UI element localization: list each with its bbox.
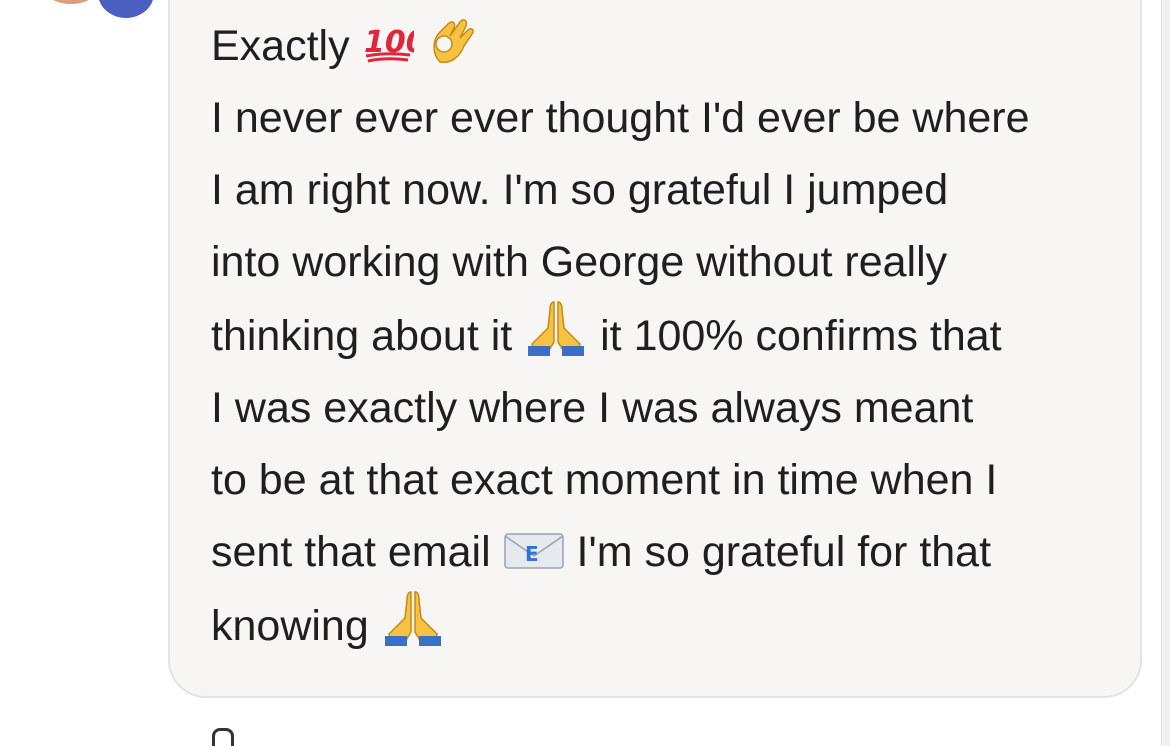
comment-text-segment: it 100% confirms that [588, 312, 1002, 360]
avatar[interactable] [40, 0, 102, 4]
svg-text:E: E [525, 542, 539, 566]
ok-hand-icon [426, 10, 478, 66]
comment-line: Exactly 100 [211, 10, 1121, 82]
comment-line: I never ever ever thought I'd ever be wh… [211, 82, 1121, 154]
comment-text: Exactly 100 I never ever ever thought I'… [211, 10, 1121, 662]
praying-hands-icon [381, 588, 445, 646]
comment-text-segment: thinking about it [211, 312, 525, 360]
comment-text-segment: into working with George without really [211, 238, 948, 286]
comment-line: I am right now. I'm so grateful I jumped [211, 154, 1121, 226]
comment-text-segment: I was exactly where I was always meant [211, 384, 974, 432]
comment-line: knowing [211, 588, 1121, 662]
comment-line: to be at that exact moment in time when … [211, 444, 1121, 516]
comment-text-segment: to be at that exact moment in time when … [211, 456, 998, 504]
avatar-badge[interactable] [98, 0, 154, 18]
comment-line: into working with George without really [211, 226, 1121, 298]
email-icon: E [503, 528, 565, 572]
comment-text-segment: Exactly [211, 22, 362, 70]
comment-line: I was exactly where I was always meant [211, 372, 1121, 444]
comment-text-segment: I never ever ever thought I'd ever be wh… [211, 94, 1030, 142]
comment-text-segment: sent that email [211, 528, 503, 576]
comment-text-segment: I am right now. I'm so grateful I jumped [211, 166, 949, 214]
comment-line: thinking about it it 100% confirms that [211, 298, 1121, 372]
praying-hands-icon [524, 298, 588, 356]
like-icon[interactable] [212, 728, 234, 746]
comment-line: sent that email E I'm so grateful for th… [211, 516, 1121, 588]
comment-thread: Exactly 100 I never ever ever thought I'… [0, 0, 1170, 746]
comment-text-segment: knowing [211, 602, 381, 650]
scrollbar[interactable] [1161, 0, 1170, 746]
comment-text-segment: I'm so grateful for that [564, 528, 992, 576]
hundred-points-icon: 100 [362, 22, 414, 66]
comment-actions [212, 728, 234, 746]
